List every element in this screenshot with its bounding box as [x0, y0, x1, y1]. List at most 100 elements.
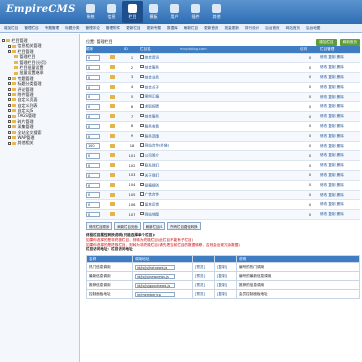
order-input[interactable]: 0	[86, 153, 100, 159]
column-name-link[interactable]: 综合业务	[145, 75, 159, 79]
expand-icon[interactable]	[8, 76, 11, 80]
nav-info[interactable]: 信息	[101, 1, 122, 23]
copy-cell[interactable]: [复制]	[214, 289, 237, 300]
column-name-link[interactable]: 网站地图	[145, 212, 159, 216]
add-column-button[interactable]: 增加栏目	[316, 38, 337, 46]
column-name-link[interactable]: 关于我们	[145, 173, 159, 177]
row-checkbox[interactable]	[140, 153, 144, 157]
order-input[interactable]: 0	[86, 172, 100, 179]
expand-icon[interactable]	[8, 114, 11, 118]
subnav-item[interactable]: 标题分类	[65, 26, 79, 31]
column-name-link[interactable]: 综合资讯	[145, 56, 159, 60]
subnav-item[interactable]: 批量更新	[225, 26, 239, 31]
manage-cell[interactable]: 修改 复制 删除	[320, 180, 360, 191]
subnav-item[interactable]: 管理附件	[106, 26, 120, 31]
manage-cell[interactable]: 修改 复制 删除	[320, 190, 360, 201]
expand-icon[interactable]	[8, 103, 11, 107]
column-name-link[interactable]: 公司简介	[145, 154, 159, 158]
manage-cell[interactable]: 修改 复制 删除	[320, 101, 360, 113]
manage-cell[interactable]: 修改 复制 删除	[320, 111, 360, 123]
manage-cell[interactable]: 修改 复制 删除	[320, 53, 360, 64]
column-name-link[interactable]: 综合服务	[145, 114, 159, 118]
manage-cell[interactable]: 修改 复制 删除	[320, 121, 360, 132]
convert-path-button[interactable]: 所有栏目路径转换	[167, 222, 201, 231]
row-checkbox[interactable]	[140, 172, 144, 177]
column-name-link[interactable]: 综合服务	[145, 65, 159, 69]
row-checkbox[interactable]	[140, 84, 144, 89]
expand-icon[interactable]	[8, 136, 11, 140]
row-checkbox[interactable]	[140, 94, 144, 98]
manage-cell[interactable]: 修改 复制 删除	[320, 160, 360, 172]
subnav-item[interactable]: 更新首页	[204, 26, 218, 31]
manage-cell[interactable]: 修改 复制 删除	[320, 141, 360, 152]
expand-icon[interactable]	[8, 44, 11, 48]
subnav-item[interactable]: 更新栏目	[126, 26, 140, 31]
expand-icon[interactable]	[8, 125, 11, 129]
order-input[interactable]: 0	[86, 162, 100, 169]
nav-plugin[interactable]: 插件	[185, 1, 206, 23]
subnav-item[interactable]: 排行设计	[245, 26, 259, 31]
row-checkbox[interactable]	[140, 113, 144, 118]
row-checkbox[interactable]	[140, 123, 144, 128]
subnav-item[interactable]: 管理评论	[86, 26, 100, 31]
row-checkbox[interactable]	[140, 211, 144, 216]
address-field[interactable]: /d/js/js/goodnews.js	[135, 282, 175, 288]
nav-column[interactable]: 栏目	[122, 1, 143, 23]
refresh-column-button[interactable]: 刷新栏目页面	[114, 222, 141, 231]
subnav-item[interactable]: 数据库	[167, 26, 178, 31]
expand-icon[interactable]	[8, 120, 11, 124]
copy-cell[interactable]: [复制]	[214, 262, 237, 273]
column-name-link[interactable]: 留言反馈	[145, 203, 159, 207]
expand-icon[interactable]	[8, 141, 11, 145]
nav-user[interactable]: 用户	[164, 1, 185, 23]
order-input[interactable]: 0	[86, 192, 100, 198]
expand-icon[interactable]	[8, 109, 11, 113]
nav-template[interactable]: 模板	[143, 1, 164, 23]
manage-cell[interactable]: 修改 复制 删除	[320, 150, 360, 162]
preview-cell[interactable]: [预览]	[192, 289, 215, 300]
subnav-item[interactable]: 管理栏目	[24, 26, 38, 31]
nav-other[interactable]: 其他	[206, 1, 227, 23]
order-input[interactable]: 0	[86, 55, 100, 61]
copy-cell[interactable]: [复制]	[214, 280, 237, 291]
column-name-link[interactable]: 投稿规则	[145, 183, 159, 187]
manage-cell[interactable]: 修改 复制 删除	[320, 209, 360, 221]
expand-icon[interactable]	[2, 39, 5, 43]
order-input[interactable]: 0	[86, 104, 100, 110]
row-checkbox[interactable]	[140, 202, 144, 206]
preview-cell[interactable]: [预览]	[192, 271, 215, 282]
manage-cell[interactable]: 修改 复制 删除	[320, 72, 360, 83]
order-input[interactable]: 0	[86, 94, 100, 100]
copy-cell[interactable]: [复制]	[214, 271, 237, 282]
order-input[interactable]: 0	[86, 113, 100, 120]
preview-cell[interactable]: [预览]	[192, 262, 215, 273]
address-field[interactable]: /d/js/js/hotnews.js	[135, 264, 175, 270]
expand-icon[interactable]	[8, 49, 11, 53]
refresh-home-button[interactable]: 刷新首页	[339, 38, 360, 46]
manage-cell[interactable]: 修改 复制 删除	[320, 62, 360, 74]
row-checkbox[interactable]	[140, 64, 144, 69]
row-checkbox[interactable]	[140, 182, 144, 186]
expand-icon[interactable]	[8, 82, 11, 86]
row-checkbox[interactable]	[140, 104, 144, 108]
expand-icon[interactable]	[8, 130, 11, 134]
subnav-item[interactable]: 刷新栏目	[184, 26, 198, 31]
row-checkbox[interactable]	[140, 192, 144, 196]
expand-icon[interactable]	[8, 93, 11, 97]
row-checkbox[interactable]	[140, 55, 144, 59]
order-input[interactable]: 0	[86, 211, 100, 218]
subnav-item[interactable]: 网站首页	[286, 26, 300, 31]
manage-cell[interactable]: 修改 复制 删除	[320, 82, 360, 93]
order-input[interactable]: 100	[86, 143, 100, 149]
column-name-link[interactable]: 案例汇编	[145, 95, 159, 99]
order-input[interactable]: 0	[86, 133, 100, 139]
subnav-item[interactable]: 后台首页	[265, 26, 279, 31]
manage-cell[interactable]: 修改 复制 删除	[320, 92, 360, 103]
order-input[interactable]: 0	[86, 74, 100, 81]
order-input[interactable]: 0	[86, 65, 100, 71]
nav-system[interactable]: 系统	[80, 1, 101, 23]
column-name-link[interactable]: 求职招聘	[145, 105, 159, 109]
row-checkbox[interactable]	[140, 74, 144, 79]
expand-icon[interactable]	[8, 87, 11, 91]
manage-cell[interactable]: 修改 复制 删除	[320, 199, 360, 211]
